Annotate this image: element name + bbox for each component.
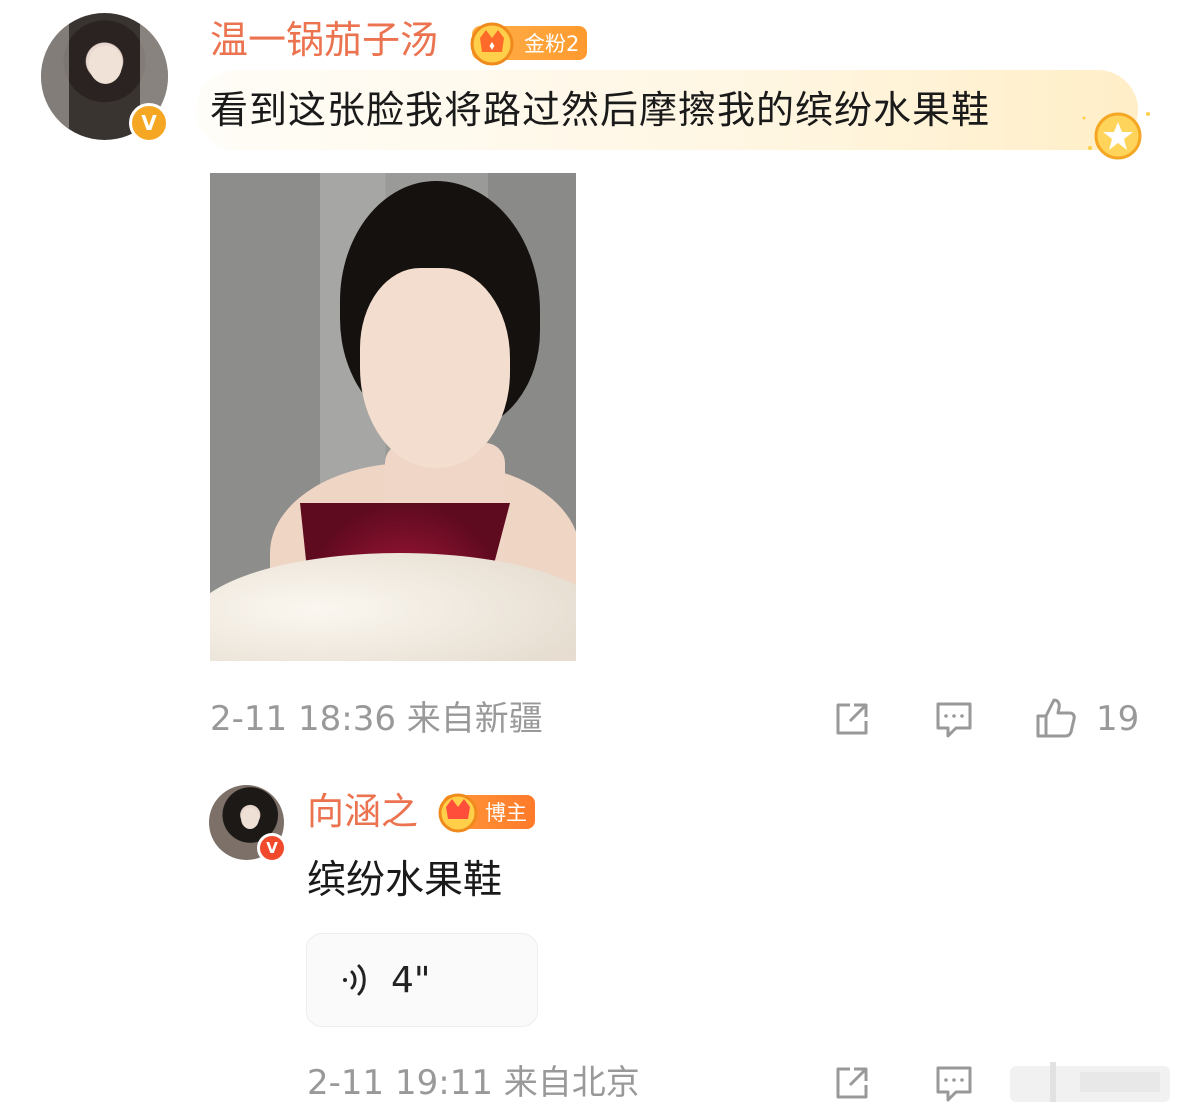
crown-icon	[438, 793, 478, 833]
svg-text:⬧: ⬧	[489, 38, 495, 52]
crown-icon: ⬧	[470, 22, 514, 66]
reply-text: 缤纷水果鞋	[307, 858, 503, 903]
comment-photo[interactable]	[210, 173, 576, 661]
voice-message[interactable]: 4"	[306, 933, 538, 1027]
like-icon[interactable]	[1034, 696, 1078, 740]
commenter-name[interactable]: 温一锅茄子汤	[210, 18, 438, 62]
like-count: 19	[1096, 699, 1140, 739]
fan-level-badge[interactable]: ⬧ 金粉2	[470, 22, 588, 66]
watermark-logo	[1010, 1062, 1170, 1102]
voice-wave-icon	[343, 964, 366, 996]
star-medal-icon	[1082, 112, 1150, 160]
blogger-label: 博主	[485, 801, 527, 825]
blogger-badge[interactable]: 博主	[438, 793, 535, 833]
comment-text: 看到这张脸我将路过然后摩擦我的缤纷水果鞋	[210, 88, 991, 132]
voice-duration: 4"	[391, 959, 431, 1001]
replier-name[interactable]: 向涵之	[307, 790, 418, 834]
verified-badge-icon: V	[257, 833, 287, 863]
comment-icon[interactable]	[932, 1062, 976, 1104]
comment-timestamp-location: 2-11 18:36 来自新疆	[210, 699, 543, 739]
share-icon[interactable]	[832, 1063, 872, 1103]
comment-icon[interactable]	[932, 698, 976, 740]
reply-timestamp-location: 2-11 19:11 来自北京	[307, 1063, 640, 1103]
verified-badge-icon: V	[129, 103, 169, 143]
fan-level-label: 金粉2	[524, 32, 580, 56]
share-icon[interactable]	[832, 699, 872, 739]
